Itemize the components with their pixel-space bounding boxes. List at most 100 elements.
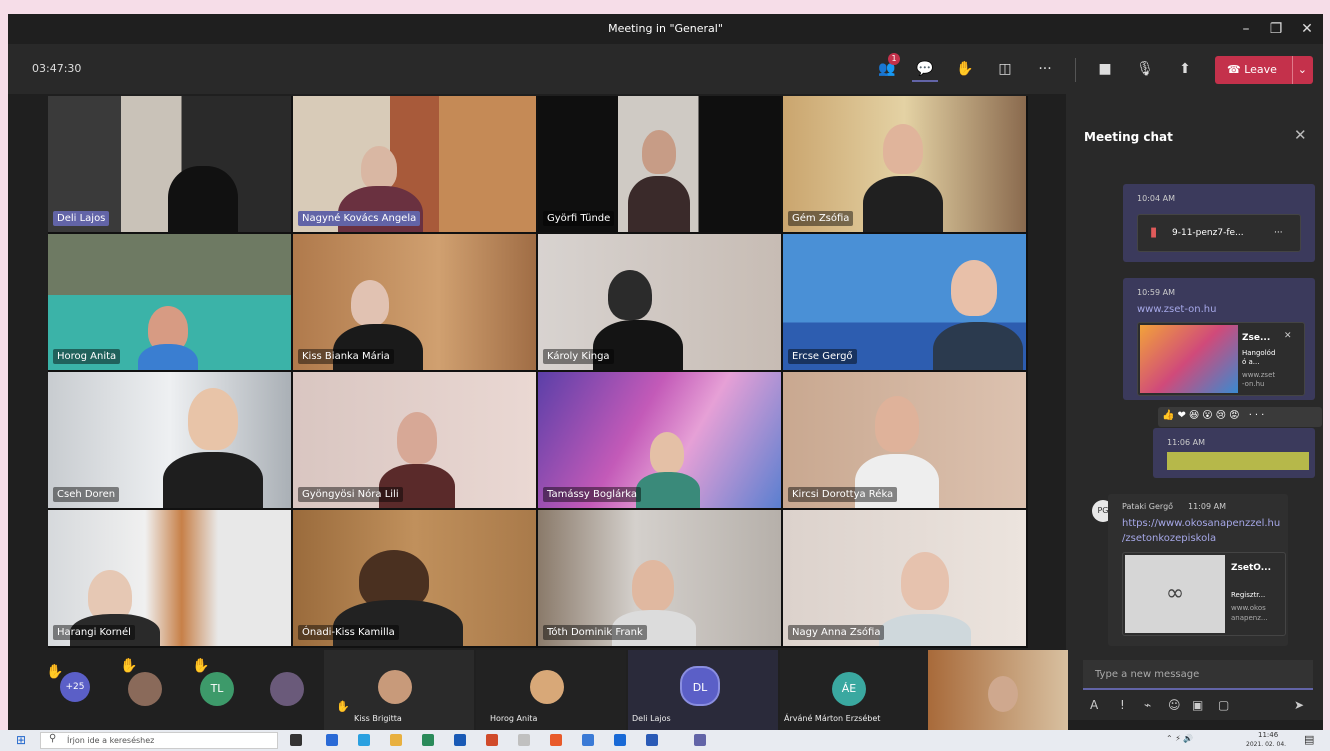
taskbar-search-input[interactable]: Írjon ide a kereséshez: [40, 732, 278, 749]
chat-icon: 💬: [916, 61, 934, 77]
participant-card[interactable]: ÁE Árváné Márton Erzsébet: [780, 650, 928, 730]
video-tile[interactable]: Kiss Bianka Mária: [293, 234, 536, 370]
outlook-icon[interactable]: [614, 734, 626, 746]
phone-icon: ☎: [1227, 63, 1245, 76]
participant-name: Deli Lajos: [632, 714, 671, 723]
message-input[interactable]: Type a new message: [1083, 660, 1313, 690]
mail-icon[interactable]: [454, 734, 466, 746]
file-attachment[interactable]: ▮ 9-11-penz7-fe... ···: [1137, 214, 1301, 252]
participant-name: Gém Zsófia: [788, 211, 854, 226]
video-tile[interactable]: Károly Kinga: [538, 234, 781, 370]
video-tile[interactable]: Tóth Dominik Frank: [538, 510, 781, 646]
preview-description: Hangolód: [1242, 349, 1276, 357]
video-tile[interactable]: Ercse Gergő: [783, 234, 1026, 370]
share-button[interactable]: ⬆: [1172, 56, 1198, 82]
video-tile[interactable]: Györfi Tünde: [538, 96, 781, 232]
link-preview-card[interactable]: Zse... ✕ Hangolód ó a... www.zset -on.hu: [1137, 322, 1305, 396]
video-tile[interactable]: Kircsi Dorottya Réka: [783, 372, 1026, 508]
notification-icon[interactable]: ▤: [1304, 733, 1314, 746]
video-tile[interactable]: Horog Anita: [48, 234, 291, 370]
link-preview-card[interactable]: ∞ ZsetO... Regisztr... www.okos anapenz.…: [1122, 552, 1286, 636]
restore-button[interactable]: ❐: [1263, 18, 1289, 40]
more-actions-button[interactable]: ···: [1032, 56, 1058, 82]
participant-card[interactable]: Horog Anita: [476, 650, 626, 730]
video-tile[interactable]: Nagyné Kovács Angela: [293, 96, 536, 232]
video-tile[interactable]: Tamássy Boglárka: [538, 372, 781, 508]
chat-message: 11:06 AM: [1153, 428, 1315, 478]
app-icon[interactable]: [326, 734, 338, 746]
participant-name: Árváné Márton Erzsébet: [784, 714, 881, 723]
participant-name: Tóth Dominik Frank: [543, 625, 647, 640]
message-link[interactable]: www.zset-on.hu: [1137, 304, 1216, 315]
avatar: [530, 670, 564, 704]
participant-name: Tamássy Boglárka: [543, 487, 642, 502]
camera-button[interactable]: ■: [1092, 56, 1118, 82]
reactions-button[interactable]: ✋: [952, 56, 978, 82]
word-icon[interactable]: [646, 734, 658, 746]
self-video-tile[interactable]: [928, 650, 1068, 730]
file-more-button[interactable]: ···: [1274, 228, 1283, 238]
video-tile[interactable]: Deli Lajos: [48, 96, 291, 232]
app-icon[interactable]: [518, 734, 530, 746]
chat-close-button[interactable]: ✕: [1294, 126, 1307, 144]
share-icon: ⬆: [1179, 61, 1191, 77]
video-tile[interactable]: Ónadi-Kiss Kamilla: [293, 510, 536, 646]
mic-button[interactable]: 🎙: [1132, 56, 1158, 82]
video-tile[interactable]: Harangi Kornél: [48, 510, 291, 646]
chat-button[interactable]: 💬: [912, 56, 938, 82]
participant-name: Kiss Brigitta: [354, 714, 402, 723]
title-bar: Meeting in "General" – ❐ ✕: [8, 14, 1323, 44]
video-tile[interactable]: Gyöngyösi Nóra Lili: [293, 372, 536, 508]
avatar[interactable]: [128, 672, 162, 706]
edge-icon[interactable]: [358, 734, 370, 746]
raised-hand-icon: ✋: [120, 658, 138, 674]
store-icon[interactable]: [422, 734, 434, 746]
raised-hand-icon: ✋: [46, 664, 64, 680]
app-icon[interactable]: [582, 734, 594, 746]
link-preview-image: [1140, 325, 1238, 393]
file-name: 9-11-penz7-fe...: [1172, 228, 1244, 238]
participants-button[interactable]: 👥 1: [874, 53, 900, 82]
taskbar-time: 11:46: [1258, 731, 1279, 739]
leave-options-dropdown[interactable]: ⌄: [1291, 56, 1307, 84]
chrome-icon[interactable]: [550, 734, 562, 746]
folder-icon[interactable]: [390, 734, 402, 746]
rooms-icon: ◫: [998, 61, 1012, 77]
message-link[interactable]: https://www.okosanapenzzel.hu: [1122, 518, 1280, 529]
app-icon[interactable]: [486, 734, 498, 746]
sticker-icon[interactable]: ▢: [1218, 698, 1229, 712]
message-link[interactable]: /zsetonkozepiskola: [1122, 533, 1216, 544]
avatar[interactable]: TL: [200, 672, 234, 706]
gif-icon[interactable]: ▣: [1192, 698, 1203, 712]
leave-button[interactable]: ☎ Leave ⌄: [1215, 56, 1313, 84]
task-view-icon[interactable]: [290, 734, 302, 746]
attach-icon[interactable]: ⌁: [1144, 698, 1151, 712]
camera-icon: ■: [1098, 61, 1112, 77]
taskbar-date: 2021. 02. 04.: [1246, 741, 1287, 748]
hand-icon: ✋: [956, 61, 974, 77]
message-time: 10:04 AM: [1137, 194, 1175, 203]
windows-start-icon[interactable]: ⊞: [16, 733, 26, 747]
teams-icon[interactable]: [694, 734, 706, 746]
minimize-button[interactable]: –: [1233, 18, 1259, 40]
video-tile[interactable]: Gém Zsófia: [783, 96, 1026, 232]
emoji-icon[interactable]: ☺: [1168, 698, 1181, 712]
preview-close-button[interactable]: ✕: [1284, 331, 1292, 341]
send-icon[interactable]: ➤: [1294, 698, 1304, 712]
participant-card[interactable]: ✋ Kiss Brigitta: [324, 650, 474, 730]
participant-name: Károly Kinga: [543, 349, 614, 364]
overflow-participants[interactable]: +25: [60, 672, 90, 702]
message-time: 11:09 AM: [1188, 502, 1226, 511]
reaction-bar[interactable]: 👍❤😆😮😢😡 ···: [1158, 407, 1322, 427]
important-icon[interactable]: !: [1120, 698, 1125, 712]
search-icon: ⚲: [49, 733, 57, 744]
self-video-person: [988, 676, 1018, 712]
rooms-button[interactable]: ◫: [992, 56, 1018, 82]
leave-label: Leave: [1244, 63, 1277, 76]
close-window-button[interactable]: ✕: [1294, 18, 1320, 40]
format-icon[interactable]: A: [1090, 698, 1098, 712]
avatar[interactable]: [270, 672, 304, 706]
video-tile[interactable]: Nagy Anna Zsófia: [783, 510, 1026, 646]
participant-card[interactable]: DL Deli Lajos: [628, 650, 778, 730]
video-tile[interactable]: Cseh Doren: [48, 372, 291, 508]
